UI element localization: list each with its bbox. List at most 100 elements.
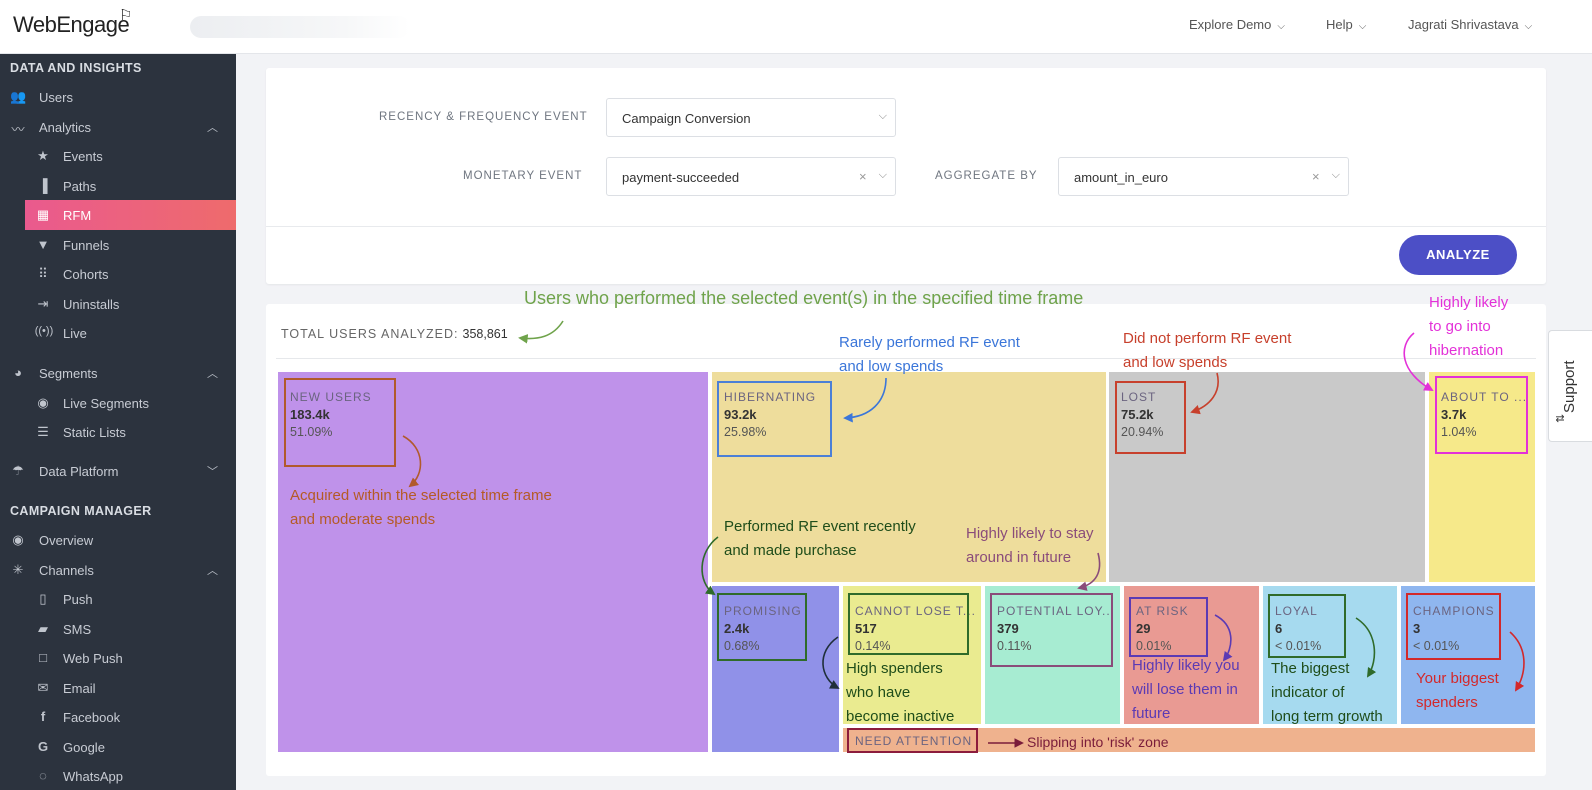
annotation-need-attention: Slipping into 'risk' zone bbox=[1027, 734, 1169, 750]
segment-name: CHAMPIONS bbox=[1413, 604, 1495, 618]
sidebar-item-funnels[interactable]: ▼ Funnels bbox=[0, 230, 236, 260]
help-menu[interactable]: Help ⌵ bbox=[1326, 17, 1366, 32]
sidebar-item-label: Google bbox=[63, 740, 105, 755]
google-icon: G bbox=[37, 739, 49, 754]
sidebar-item-label: Events bbox=[63, 149, 103, 164]
chevron-up-icon: ︿ bbox=[207, 122, 218, 134]
sidebar-item-sms[interactable]: ▰ SMS bbox=[0, 614, 236, 644]
aggregate-by-select[interactable]: amount_in_euro × ⌵ bbox=[1058, 157, 1349, 196]
segment-percent: 0.11% bbox=[997, 639, 1032, 653]
chevron-down-icon: ⌵ bbox=[1524, 21, 1533, 32]
sidebar-item-users[interactable]: 👥 Users bbox=[0, 82, 236, 112]
sidebar-item-google[interactable]: G Google bbox=[0, 732, 236, 762]
analytics-icon: 〰 bbox=[11, 122, 25, 137]
chevron-down-icon: ⌵ bbox=[878, 110, 887, 122]
segment-percent: 20.94% bbox=[1121, 425, 1164, 439]
segment-percent: 0.14% bbox=[855, 639, 891, 653]
segment-count: 93.2k bbox=[724, 407, 757, 422]
sidebar-item-label: Funnels bbox=[63, 238, 110, 253]
segment-lost[interactable]: LOST 75.2k 20.94% bbox=[1109, 372, 1425, 582]
cohorts-icon: ⠿ bbox=[38, 266, 48, 281]
card-divider bbox=[266, 226, 1546, 227]
sidebar-item-paths[interactable]: ▐ Paths bbox=[0, 171, 236, 201]
segment-need-attention[interactable]: NEED ATTENTION bbox=[843, 728, 1535, 752]
segment-new-users[interactable]: NEW USERS 183.4k 51.09% bbox=[278, 372, 708, 752]
segment-count: 3 bbox=[1413, 621, 1421, 636]
segment-count: 517 bbox=[855, 621, 877, 636]
segment-percent: 51.09% bbox=[290, 425, 333, 439]
segment-name: ABOUT TO ... bbox=[1441, 390, 1528, 404]
sms-icon: ▰ bbox=[38, 621, 48, 636]
sidebar-item-segments[interactable]: ◕ Segments ︿ bbox=[0, 358, 236, 388]
sidebar-item-facebook[interactable]: f Facebook bbox=[0, 702, 236, 732]
sidebar-item-live[interactable]: ((•)) Live bbox=[0, 318, 236, 348]
sidebar-item-push[interactable]: ▯ Push bbox=[0, 584, 236, 614]
sidebar-item-label: RFM bbox=[63, 208, 92, 223]
segment-name: CANNOT LOSE T... bbox=[855, 604, 976, 618]
sidebar-item-web-push[interactable]: □ Web Push bbox=[0, 643, 236, 673]
segment-count: 75.2k bbox=[1121, 407, 1154, 422]
annotation-promising: Performed RF event recently and made purc… bbox=[724, 518, 916, 559]
clear-icon[interactable]: × bbox=[859, 169, 867, 184]
eye-icon: ◉ bbox=[12, 532, 24, 547]
segment-promising[interactable]: PROMISING 2.4k 0.68% bbox=[712, 586, 839, 752]
rf-event-value: Campaign Conversion bbox=[622, 111, 751, 126]
sidebar-item-uninstalls[interactable]: ⇥ Uninstalls bbox=[0, 289, 236, 319]
live-broadcast-icon: ((•)) bbox=[34, 325, 54, 337]
segment-percent: 25.98% bbox=[724, 425, 767, 439]
segment-name: HIBERNATING bbox=[724, 390, 817, 404]
total-users-value: 358,861 bbox=[462, 327, 508, 341]
sidebar-item-overview[interactable]: ◉ Overview bbox=[0, 525, 236, 555]
sidebar-item-label: Uninstalls bbox=[63, 297, 120, 312]
sidebar-item-analytics[interactable]: 〰 Analytics ︿ bbox=[0, 112, 236, 142]
rfm-config-card: RECENCY & FREQUENCY EVENT Campaign Conve… bbox=[266, 68, 1546, 284]
segment-name: AT RISK bbox=[1136, 604, 1189, 618]
sidebar-item-label: WhatsApp bbox=[63, 769, 123, 784]
sidebar-item-label: Live bbox=[63, 326, 87, 341]
sidebar-item-rfm[interactable]: ▦ RFM bbox=[25, 200, 236, 230]
sidebar-item-label: Channels bbox=[39, 563, 94, 578]
total-users-label: TOTAL USERS ANALYZED: bbox=[281, 327, 459, 341]
sidebar: DATA AND INSIGHTS 👥 Users 〰 Analytics ︿ … bbox=[0, 54, 236, 790]
segment-count: 183.4k bbox=[290, 407, 330, 422]
sidebar-item-label: Live Segments bbox=[63, 396, 149, 411]
clear-icon[interactable]: × bbox=[1312, 169, 1320, 184]
rf-event-select[interactable]: Campaign Conversion ⌵ bbox=[606, 98, 896, 137]
list-icon: ☰ bbox=[37, 424, 49, 439]
sidebar-item-cohorts[interactable]: ⠿ Cohorts bbox=[0, 259, 236, 289]
segment-potential-loyalist[interactable]: POTENTIAL LOY... 379 0.11% bbox=[985, 586, 1120, 724]
sidebar-item-whatsapp[interactable]: ◌ WhatsApp bbox=[0, 761, 236, 790]
aggregate-by-label: AGGREGATE BY bbox=[935, 170, 1038, 182]
chevron-up-icon: ︿ bbox=[207, 565, 218, 577]
whatsapp-icon: ◌ bbox=[39, 768, 47, 783]
annotation-champions: Your biggest spenders bbox=[1416, 670, 1499, 711]
sidebar-item-label: Analytics bbox=[39, 120, 92, 135]
monetary-event-label: MONETARY EVENT bbox=[463, 170, 583, 182]
support-label: Support bbox=[1561, 360, 1578, 413]
segment-about-to-sleep[interactable]: ABOUT TO ... 3.7k 1.04% bbox=[1429, 372, 1535, 582]
sidebar-item-channels[interactable]: ✳ Channels ︿ bbox=[0, 555, 236, 585]
monetary-event-select[interactable]: payment-succeeded × ⌵ bbox=[606, 157, 896, 196]
segment-name: LOST bbox=[1121, 390, 1157, 404]
sidebar-item-data-platform[interactable]: ☂ Data Platform ﹀ bbox=[0, 456, 236, 486]
annotation-cannot-lose: High spenders who have become inactive bbox=[846, 660, 955, 725]
webengage-logo[interactable]: WebEngage ⚐ bbox=[13, 7, 132, 38]
sidebar-item-live-segments[interactable]: ◉ Live Segments bbox=[0, 388, 236, 418]
chevron-up-icon: ︿ bbox=[207, 368, 218, 380]
annotation-new-users: Acquired within the selected time frame a… bbox=[290, 487, 552, 528]
sidebar-item-events[interactable]: ★ Events bbox=[0, 141, 236, 171]
segment-name: NEED ATTENTION bbox=[855, 734, 973, 748]
sidebar-item-email[interactable]: ✉ Email bbox=[0, 673, 236, 703]
analyze-button[interactable]: ANALYZE bbox=[1399, 235, 1517, 275]
segment-count: 29 bbox=[1136, 621, 1151, 636]
sidebar-item-label: Cohorts bbox=[63, 267, 109, 282]
segment-count: 3.7k bbox=[1441, 407, 1467, 422]
explore-demo-menu[interactable]: Explore Demo ⌵ bbox=[1189, 17, 1285, 32]
user-menu[interactable]: Jagrati Shrivastava ⌵ bbox=[1408, 17, 1532, 32]
sidebar-item-static-lists[interactable]: ☰ Static Lists bbox=[0, 417, 236, 447]
support-tab[interactable]: Support ⇅ bbox=[1548, 330, 1592, 442]
sidebar-item-label: Segments bbox=[39, 366, 98, 381]
segment-name: PROMISING bbox=[724, 604, 802, 618]
pie-chart-icon: ◕ bbox=[14, 365, 22, 380]
users-icon: 👥 bbox=[10, 89, 27, 104]
